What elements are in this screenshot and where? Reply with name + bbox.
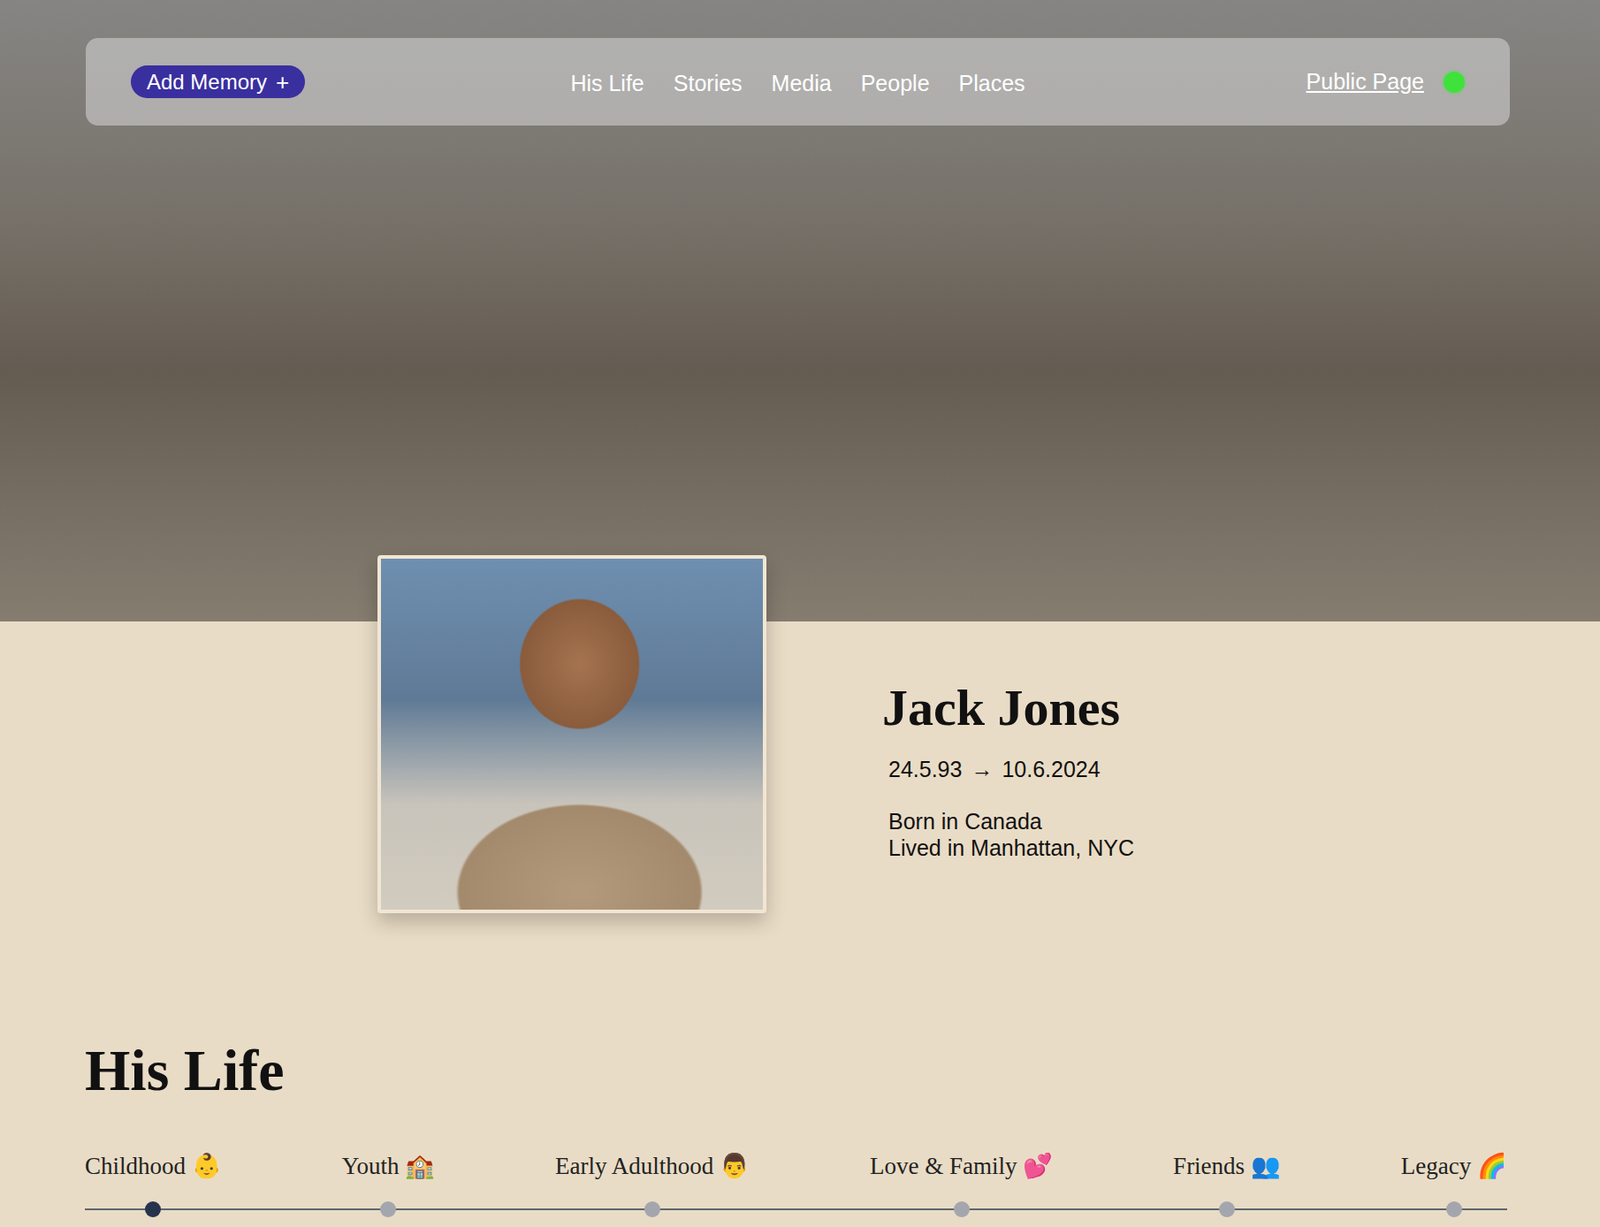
timeline-dot-icon: [644, 1201, 661, 1218]
public-page-link[interactable]: Public Page: [1306, 68, 1425, 95]
timeline-label: Legacy 🌈: [1401, 1150, 1508, 1182]
timeline-label: Love & Family 💕: [869, 1150, 1053, 1182]
timeline-dot-icon: [953, 1201, 970, 1218]
profile-detail: Born in Canada: [888, 807, 1135, 835]
online-status-icon: [1443, 71, 1465, 93]
timeline-item[interactable]: Love & Family 💕: [869, 1150, 1053, 1218]
timeline-item[interactable]: Youth 🏫: [342, 1150, 436, 1218]
profile-details: Born in CanadaLived in Manhattan, NYC: [882, 807, 1135, 861]
portrait-photo: [377, 555, 767, 914]
timeline-label: Youth 🏫: [342, 1150, 436, 1182]
timeline-dot-icon: [1446, 1201, 1463, 1218]
person-name: Jack Jones: [882, 677, 1135, 740]
nav-left: Add Memory +: [130, 65, 571, 99]
hero-photo: Add Memory + His Life Stories Media People Pla…: [0, 0, 1600, 622]
plus-icon: +: [275, 70, 290, 94]
timeline-label: Friends 👥: [1173, 1150, 1281, 1182]
nav-link[interactable]: Media: [771, 70, 832, 97]
timeline-label: Early Adulthood 👨: [555, 1150, 750, 1182]
section-title: His Life: [84, 1035, 1508, 1105]
timeline-item[interactable]: Childhood 👶: [84, 1150, 222, 1218]
profile-info: Jack Jones 24.5.93 → 10.6.2024 Born in Canad…: [882, 555, 1135, 861]
timeline-item[interactable]: Legacy 🌈: [1401, 1150, 1508, 1218]
nav-links: His Life Stories Media People Places: [570, 67, 1025, 97]
life-section: His Life Childhood 👶 Youth 🏫 Early Adulthoo…: [0, 1035, 1600, 1218]
timeline-label: Childhood 👶: [84, 1150, 222, 1182]
timeline: Childhood 👶 Youth 🏫 Early Adulthood 👨 Love …: [84, 1150, 1508, 1218]
memorial-page: Add Memory + His Life Stories Media People Pla…: [0, 0, 1600, 1227]
nav-link[interactable]: His Life: [570, 70, 644, 97]
profile-detail: Lived in Manhattan, NYC: [888, 834, 1135, 861]
birth-date: 24.5.93: [888, 754, 962, 785]
timeline-item[interactable]: Friends 👥: [1173, 1150, 1281, 1218]
timeline-dot-icon: [380, 1201, 397, 1218]
timeline-dot-icon: [1219, 1201, 1235, 1218]
profile-section: Jack Jones 24.5.93 → 10.6.2024 Born in Canad…: [0, 555, 1600, 914]
nav-link[interactable]: Places: [959, 70, 1026, 97]
death-date: 10.6.2024: [1001, 754, 1100, 785]
add-memory-button[interactable]: Add Memory +: [130, 65, 305, 99]
nav-link[interactable]: Stories: [673, 70, 743, 97]
timeline-item[interactable]: Early Adulthood 👨: [555, 1150, 750, 1218]
timeline-dot-icon: [144, 1201, 161, 1218]
arrow-icon: →: [970, 754, 993, 785]
top-navbar: Add Memory + His Life Stories Media People Pla…: [85, 38, 1510, 126]
add-memory-label: Add Memory: [146, 69, 267, 95]
life-dates: 24.5.93 → 10.6.2024: [882, 754, 1135, 785]
nav-link[interactable]: People: [860, 70, 930, 97]
nav-right: Public Page: [1025, 68, 1465, 95]
